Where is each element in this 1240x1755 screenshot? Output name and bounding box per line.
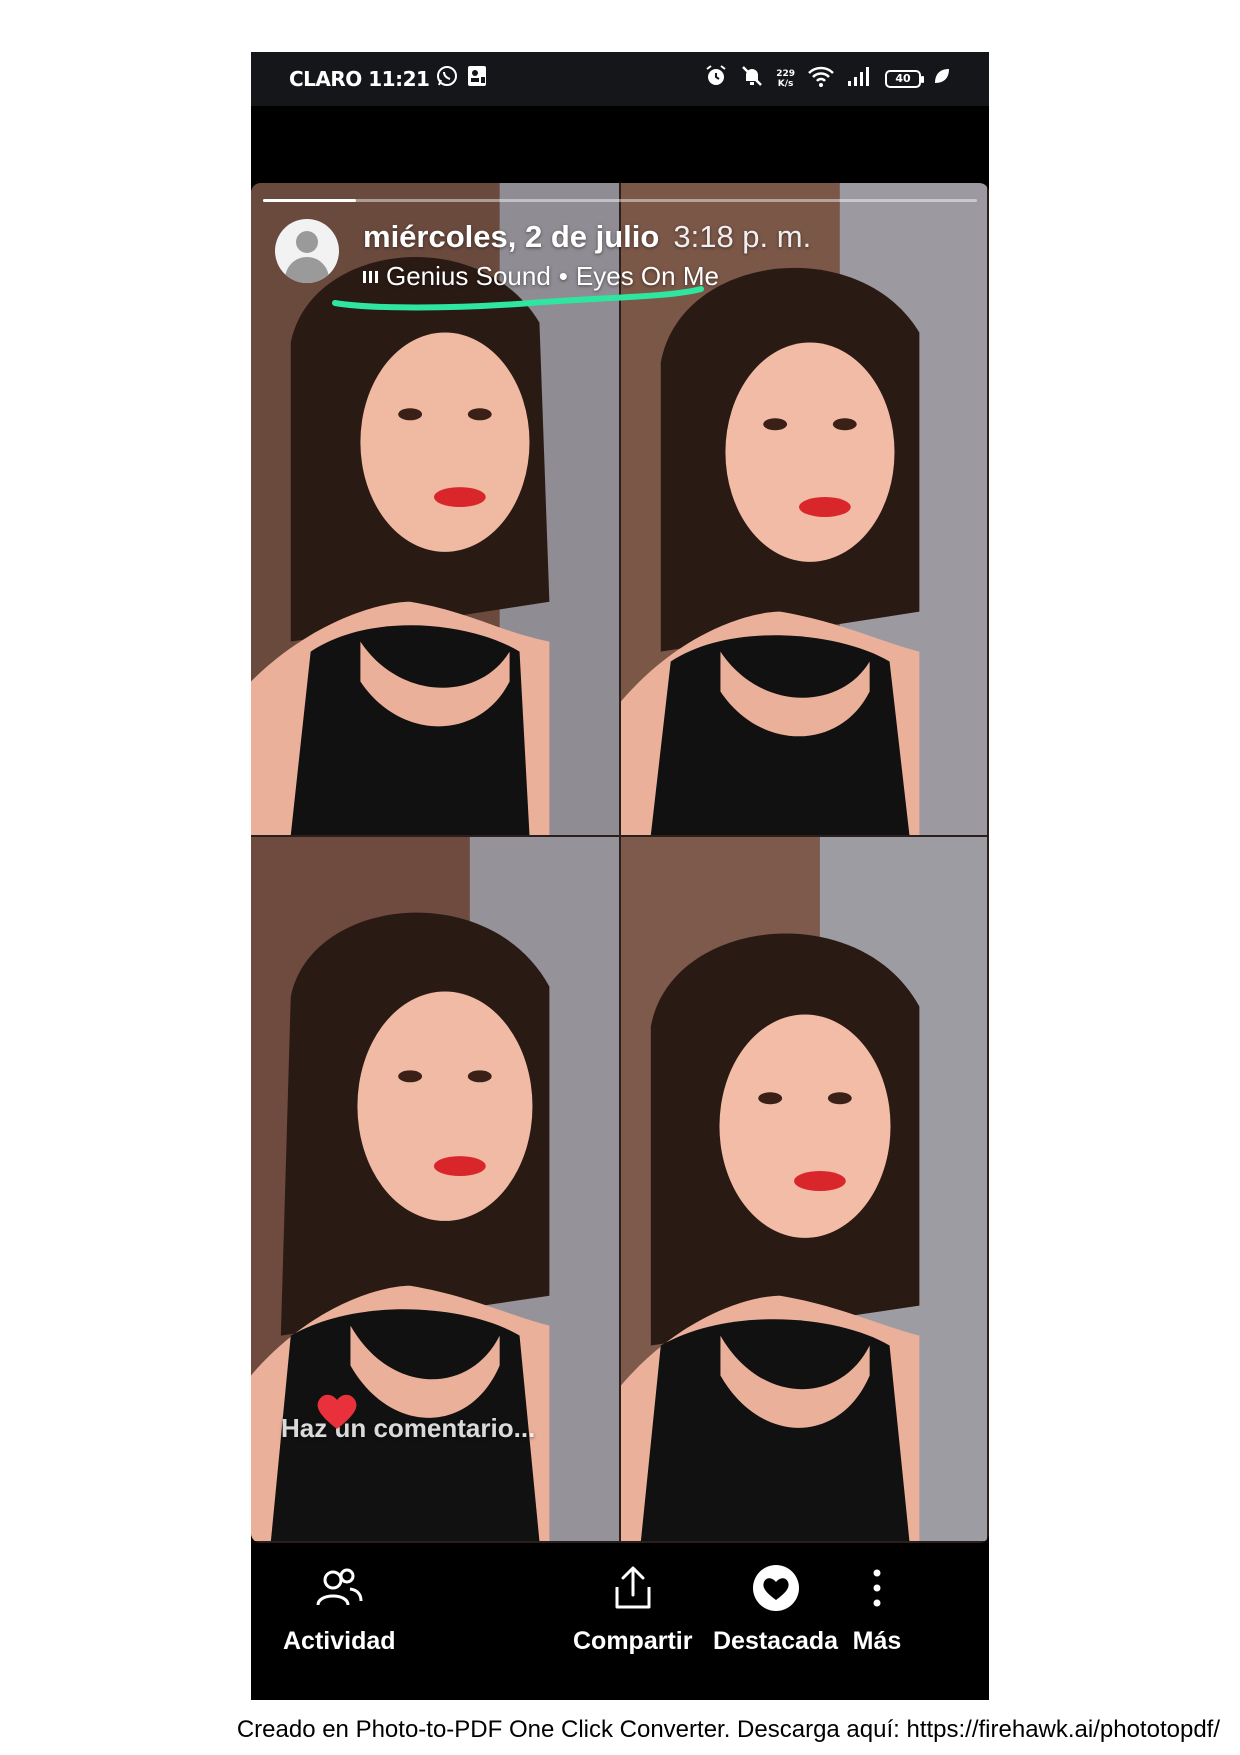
signal-icon (847, 64, 873, 93)
page: CLARO 11:21 229 K/s 40 miércoles, 2 de j… (0, 0, 1240, 1755)
heart-circle-icon (752, 1565, 799, 1611)
activity-label: Actividad (283, 1627, 396, 1655)
more-label: Más (852, 1627, 902, 1655)
featured-label: Destacada (713, 1627, 839, 1655)
photo-collage (251, 183, 989, 1543)
story-date-line: miércoles, 2 de julio 3:18 p. m. (363, 219, 811, 255)
bottom-action-bar: Actividad Compartir Destacada Más (251, 1543, 989, 1700)
battery-level: 40 (895, 72, 911, 85)
net-speed-value: 229 (776, 68, 795, 79)
battery-icon: 40 (885, 69, 924, 88)
story-progress-bar (263, 199, 977, 202)
carrier-time: CLARO 11:21 (289, 66, 430, 91)
share-icon (615, 1566, 651, 1609)
alarm-icon (704, 64, 728, 93)
contact-card-icon (465, 64, 489, 93)
share-label: Compartir (573, 1627, 693, 1655)
phone-screenshot: CLARO 11:21 229 K/s 40 miércoles, 2 de j… (251, 52, 989, 1700)
comment-input[interactable]: Haz un comentario... (281, 1394, 535, 1444)
share-button[interactable]: Compartir (573, 1563, 692, 1656)
more-vertical-icon (873, 1569, 881, 1607)
people-icon (316, 1568, 363, 1606)
mute-icon (740, 64, 764, 93)
story-progress-fill (263, 199, 356, 202)
net-speed-unit: K/s (777, 78, 794, 89)
featured-button[interactable]: Destacada (713, 1563, 838, 1656)
status-right: 229 K/s 40 (704, 64, 951, 93)
avatar[interactable] (275, 219, 339, 283)
more-button[interactable]: Más (852, 1563, 902, 1656)
leaf-icon (933, 67, 951, 90)
heart-icon[interactable] (315, 1391, 359, 1431)
activity-button[interactable]: Actividad (283, 1563, 396, 1656)
footer-note: Creado en Photo-to-PDF One Click Convert… (236, 1716, 1220, 1743)
status-left: CLARO 11:21 (289, 64, 489, 93)
status-bar: CLARO 11:21 229 K/s 40 (251, 52, 989, 106)
story-viewer[interactable]: miércoles, 2 de julio 3:18 p. m. Genius S… (251, 183, 989, 1543)
net-speed: 229 K/s (776, 69, 795, 89)
wifi-icon (807, 64, 835, 93)
whatsapp-icon (435, 64, 459, 93)
story-photo (621, 837, 989, 1543)
story-time: 3:18 p. m. (673, 219, 812, 254)
story-date: miércoles, 2 de julio (363, 219, 660, 254)
green-underline-annotation (332, 286, 704, 311)
